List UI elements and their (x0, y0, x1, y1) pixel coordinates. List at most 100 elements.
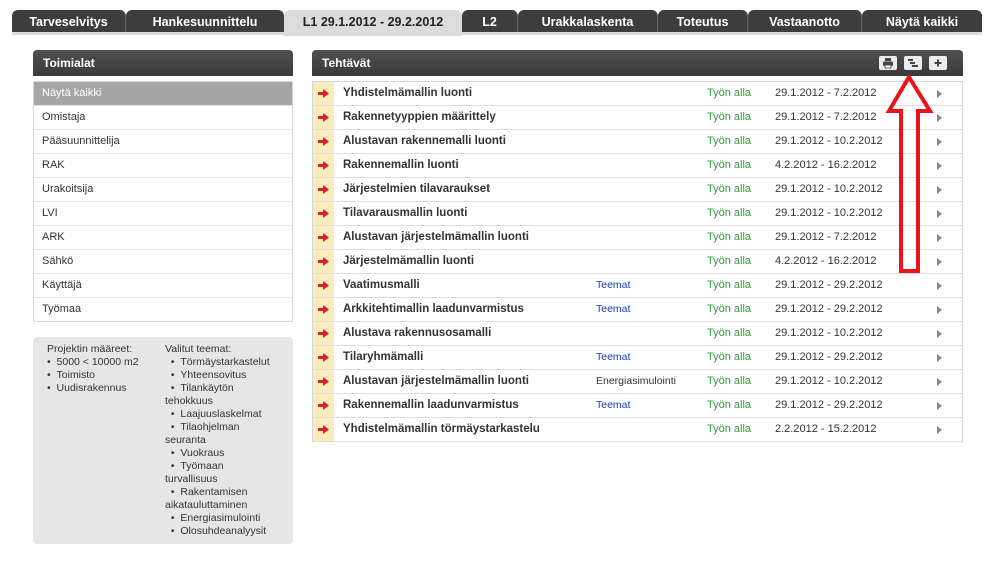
expand-arrow-icon[interactable] (937, 114, 942, 122)
task-status: Työn alla (707, 111, 752, 123)
task-themes-link[interactable]: Teemat (596, 298, 630, 321)
industry-item-rak[interactable]: RAK (34, 153, 292, 177)
task-marker (313, 346, 334, 369)
right-arrow-icon (318, 257, 329, 266)
task-status: Työn alla (707, 327, 752, 339)
task-themes-link[interactable]: Teemat (596, 274, 630, 297)
task-name[interactable]: Rakennemallin luonti (343, 154, 459, 177)
task-dates: 29.1.2012 - 7.2.2012 (775, 231, 877, 243)
right-arrow-icon (318, 113, 329, 122)
tab-vastaanotto[interactable]: Vastaanotto (748, 10, 862, 34)
selected-theme-line: Olosuhdeanalyysit (165, 525, 280, 538)
industry-item-omistaja[interactable]: Omistaja (34, 105, 292, 129)
task-row[interactable]: Alustavan järjestelmämallin luonti Energi… (313, 370, 962, 394)
expand-arrow-icon[interactable] (937, 138, 942, 146)
expand-arrow-icon[interactable] (937, 426, 942, 434)
task-name[interactable]: Alustavan järjestelmämallin luonti (343, 226, 529, 249)
task-row[interactable]: Järjestelmien tilavaraukset Työn alla 29.1… (313, 178, 962, 202)
task-row[interactable]: Vaatimusmalli Teemat Työn alla 29.1.2012 - … (313, 274, 962, 298)
task-dates: 29.1.2012 - 10.2.2012 (775, 327, 883, 339)
expand-arrow-icon[interactable] (937, 90, 942, 98)
expand-arrow-icon[interactable] (937, 186, 942, 194)
industry-item-tyomaa[interactable]: Työmaa (34, 297, 292, 321)
expand-arrow-icon[interactable] (937, 330, 942, 338)
expand-arrow-icon[interactable] (937, 234, 942, 242)
tab-hankesuunnittelu[interactable]: Hankesuunnittelu (126, 10, 284, 34)
task-name[interactable]: Alustavan järjestelmämallin luonti (343, 370, 529, 393)
selected-theme-line: Vuokraus (165, 447, 280, 460)
expand-arrow-icon[interactable] (937, 402, 942, 410)
task-status: Työn alla (707, 87, 752, 99)
task-name[interactable]: Tilavarausmallin luonti (343, 202, 467, 225)
task-name[interactable]: Vaatimusmalli (343, 274, 420, 297)
task-name[interactable]: Arkkitehtimallin laadunvarmistus (343, 298, 524, 321)
task-themes-link[interactable]: Teemat (596, 346, 630, 369)
task-row[interactable]: Rakennetyyppien määrittely Työn alla 29.1.… (313, 106, 962, 130)
task-marker (313, 250, 334, 273)
expand-arrow-icon[interactable] (937, 354, 942, 362)
expand-arrow-icon[interactable] (937, 378, 942, 386)
task-row[interactable]: Tilavarausmallin luonti Työn alla 29.1.201… (313, 202, 962, 226)
expand-arrow-icon[interactable] (937, 162, 942, 170)
task-dates: 29.1.2012 - 29.2.2012 (775, 303, 883, 315)
industry-item-urakoitsija[interactable]: Urakoitsija (34, 177, 292, 201)
task-status: Työn alla (707, 399, 752, 411)
gantt-view-button[interactable] (904, 56, 922, 70)
right-arrow-icon (318, 353, 329, 362)
task-row[interactable]: Alustavan rakennemalli luonti Työn alla 29… (313, 130, 962, 154)
industry-item-kayttaja[interactable]: Käyttäjä (34, 273, 292, 297)
expand-arrow-icon[interactable] (937, 210, 942, 218)
industries-panel: Toimialat Näytä kaikki Omistaja Pääsuunn… (33, 50, 293, 322)
right-arrow-icon (318, 209, 329, 218)
selected-theme-line: seuranta (165, 434, 206, 446)
task-name[interactable]: Järjestelmämallin luonti (343, 250, 474, 273)
task-marker (313, 298, 334, 321)
tab-urakkalaskenta[interactable]: Urakkalaskenta (518, 10, 658, 34)
industry-item-paasuunnittelija[interactable]: Pääsuunnittelija (34, 129, 292, 153)
tab-toteutus[interactable]: Toteutus (658, 10, 748, 34)
tab-l1[interactable]: L1 29.1.2012 - 29.2.2012 (284, 10, 462, 36)
task-name[interactable]: Alustava rakennusosamalli (343, 322, 491, 345)
task-row[interactable]: Alustavan järjestelmämallin luonti Työn a… (313, 226, 962, 250)
task-marker (313, 130, 334, 153)
task-dates: 29.1.2012 - 10.2.2012 (775, 135, 883, 147)
print-button[interactable] (879, 56, 897, 70)
task-marker (313, 370, 334, 393)
selected-theme-line: Yhteensovitus (165, 369, 280, 382)
industry-item-nayta-kaikki[interactable]: Näytä kaikki (34, 81, 292, 105)
selected-theme-line: Laajuuslaskelmat (165, 408, 280, 421)
task-name[interactable]: Tilaryhmämalli (343, 346, 423, 369)
task-name[interactable]: Rakennemallin laadunvarmistus (343, 394, 519, 417)
task-name[interactable]: Yhdistelmämallin törmäystarkastelu (343, 418, 540, 441)
task-status: Työn alla (707, 255, 752, 267)
expand-arrow-icon[interactable] (937, 258, 942, 266)
right-arrow-icon (318, 377, 329, 386)
task-name[interactable]: Yhdistelmämallin luonti (343, 82, 472, 105)
task-row[interactable]: Yhdistelmämallin luonti Työn alla 29.1.201… (313, 82, 962, 106)
task-row[interactable]: Alustava rakennusosamalli Työn alla 29.1.2… (313, 322, 962, 346)
add-task-button[interactable] (929, 56, 947, 70)
task-row[interactable]: Yhdistelmämallin törmäystarkastelu Työn a… (313, 418, 962, 442)
task-themes-link[interactable]: Teemat (596, 394, 630, 417)
industry-item-sahko[interactable]: Sähkö (34, 249, 292, 273)
task-name[interactable]: Järjestelmien tilavaraukset (343, 178, 490, 201)
industry-item-lvi[interactable]: LVI (34, 201, 292, 225)
task-row[interactable]: Arkkitehtimallin laadunvarmistus Teemat Ty… (313, 298, 962, 322)
task-row[interactable]: Rakennemallin laadunvarmistus Teemat Työn … (313, 394, 962, 418)
task-row[interactable]: Tilaryhmämalli Teemat Työn alla 29.1.2012 -… (313, 346, 962, 370)
task-row[interactable]: Järjestelmämallin luonti Työn alla 4.2.201… (313, 250, 962, 274)
expand-arrow-icon[interactable] (937, 306, 942, 314)
expand-arrow-icon[interactable] (937, 282, 942, 290)
task-status: Työn alla (707, 183, 752, 195)
tab-l2[interactable]: L2 (462, 10, 518, 34)
plus-icon (934, 59, 942, 67)
task-name[interactable]: Alustavan rakennemalli luonti (343, 130, 506, 153)
task-status: Työn alla (707, 135, 752, 147)
tab-tarveselvitys[interactable]: Tarveselvitys (12, 10, 126, 34)
task-row[interactable]: Rakennemallin luonti Työn alla 4.2.2012 - … (313, 154, 962, 178)
tab-nayta-kaikki[interactable]: Näytä kaikki (862, 10, 982, 34)
industry-item-ark[interactable]: ARK (34, 225, 292, 249)
task-dates: 29.1.2012 - 29.2.2012 (775, 279, 883, 291)
right-arrow-icon (318, 161, 329, 170)
task-name[interactable]: Rakennetyyppien määrittely (343, 106, 496, 129)
